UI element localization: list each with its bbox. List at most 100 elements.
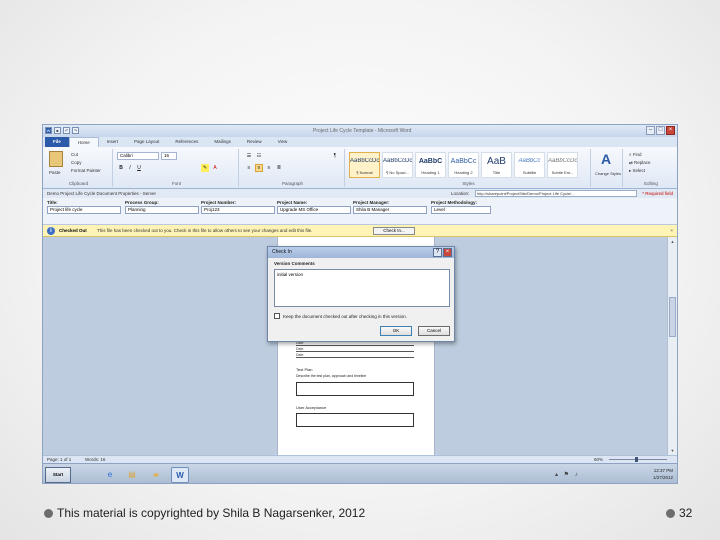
word-count[interactable]: Words: 16	[85, 456, 105, 463]
tab-mailings[interactable]: Mailings	[206, 137, 239, 147]
format-painter-button[interactable]: Format Painter	[71, 168, 101, 173]
font-name-select[interactable]: Calibri	[117, 152, 159, 160]
tab-view[interactable]: View	[270, 137, 296, 147]
replace-button[interactable]: ⇄ Replace	[629, 160, 651, 166]
clock[interactable]: 12:37 PM 1/27/2012	[653, 467, 673, 481]
minimize-button[interactable]: –	[646, 126, 655, 135]
ok-button[interactable]: OK	[380, 326, 412, 336]
close-button[interactable]: ×	[666, 126, 675, 135]
find-button[interactable]: ⌕ Find	[629, 152, 642, 157]
document-properties-header: Demo Project Life Cycle Document Propert…	[43, 189, 677, 198]
word-taskbar-icon[interactable]: W	[171, 467, 189, 483]
tab-review[interactable]: Review	[239, 137, 270, 147]
copy-button[interactable]: Copy	[71, 160, 82, 165]
style-title[interactable]: AaB Title	[481, 152, 512, 178]
redo-icon[interactable]: ↷	[72, 127, 79, 134]
title-bar: W ■ ↶ ↷ Project Life Cycle Template - Mi…	[43, 125, 677, 137]
style-sample: AaBbCcDc	[383, 158, 412, 164]
info-icon: i	[47, 227, 55, 235]
scroll-down-icon[interactable]: ▼	[669, 447, 676, 454]
style-heading-2[interactable]: AaBbCc Heading 2	[448, 152, 479, 178]
taskbar: Start e ▤ ▰ W ▴ ⚑ ♪ 12:37 PM 1/27/2012	[43, 463, 677, 483]
project-manager-field[interactable]: Shila B Manager	[353, 206, 427, 214]
zoom-slider-knob[interactable]	[635, 457, 639, 462]
tab-home[interactable]: Home	[68, 137, 99, 147]
keep-checked-out-option[interactable]: Keep the document checked out after chec…	[274, 313, 407, 319]
scroll-thumb[interactable]	[669, 297, 676, 337]
project-name-field[interactable]: Upgrade MS Office	[277, 206, 351, 214]
bullet-icon	[44, 508, 53, 518]
select-button[interactable]: ▸ Select	[629, 168, 645, 174]
underline-button[interactable]: U	[135, 164, 143, 172]
vertical-scrollbar[interactable]: ▲ ▼	[667, 237, 677, 455]
editing-group: ⌕ Find ⇄ Replace ▸ Select Editing	[625, 149, 677, 187]
editing-group-label: Editing	[644, 181, 658, 186]
start-button[interactable]: Start	[45, 467, 71, 483]
project-number-field-group: Project Number: Proj123	[201, 200, 275, 214]
clipboard-group: Paste Cut Copy Format Painter Clipboard	[45, 149, 113, 187]
maximize-button[interactable]: □	[656, 126, 665, 135]
font-size-select[interactable]: 16	[161, 152, 177, 160]
style-name: Heading 1	[421, 170, 440, 175]
test-plan-box[interactable]	[296, 382, 414, 396]
align-right-icon[interactable]: ≡	[265, 164, 273, 172]
tab-page-layout[interactable]: Page Layout	[126, 137, 167, 147]
change-styles-button[interactable]: Change Styles	[594, 171, 622, 176]
paragraph-group-label: Paragraph	[281, 181, 303, 186]
title-field[interactable]: Project life cycle	[47, 206, 121, 214]
check-in-button[interactable]: Check In...	[373, 227, 415, 235]
italic-button[interactable]: I	[126, 164, 134, 172]
process-group-select[interactable]: Planning	[125, 206, 199, 214]
user-acceptance-label: User Acceptance	[296, 405, 327, 410]
style-no-spacing[interactable]: AaBbCcDc ¶ No Spaci...	[382, 152, 413, 178]
style-normal[interactable]: AaBbCcDc ¶ Normal	[349, 152, 380, 178]
justify-icon[interactable]: ≣	[275, 164, 283, 172]
close-bar-icon[interactable]: ×	[670, 225, 673, 237]
show-formatting-icon[interactable]: ¶	[331, 152, 339, 160]
zoom-slider[interactable]	[609, 457, 667, 462]
location-field[interactable]: http://sharepoint/ProjectSite/Demo/Proje…	[475, 190, 637, 197]
page-number: 32	[679, 506, 693, 520]
ie-icon[interactable]: e	[101, 467, 119, 483]
style-name: Title	[492, 170, 501, 175]
document-properties-title: Demo Project Life Cycle Document Propert…	[47, 191, 157, 196]
tab-insert[interactable]: Insert	[99, 137, 126, 147]
font-color-icon[interactable]: A	[211, 164, 219, 172]
ribbon: Paste Cut Copy Format Painter Clipboard …	[43, 147, 677, 189]
keep-checked-out-checkbox[interactable]	[274, 313, 280, 319]
tab-file[interactable]: File	[45, 137, 69, 147]
change-styles-icon[interactable]: A	[601, 151, 611, 167]
save-icon[interactable]: ■	[54, 127, 61, 134]
user-acceptance-box[interactable]	[296, 413, 414, 427]
help-button[interactable]: ?	[433, 248, 442, 257]
version-comments-label: Version Comments	[274, 261, 315, 266]
zoom-level[interactable]: 60%	[594, 456, 603, 463]
bold-button[interactable]: B	[117, 164, 125, 172]
required-field-note: * Required field	[642, 191, 673, 196]
style-name: ¶ Normal	[356, 170, 373, 175]
bullets-icon[interactable]: ☰	[245, 152, 253, 160]
numbering-icon[interactable]: ☷	[255, 152, 263, 160]
explorer-icon[interactable]: ▤	[123, 467, 141, 483]
style-name: ¶ No Spaci...	[386, 170, 409, 175]
style-subtle-emphasis[interactable]: AaBbCcDc Subtle Em...	[547, 152, 578, 178]
align-left-icon[interactable]: ≡	[245, 164, 253, 172]
style-subtitle[interactable]: AaBbCc Subtitle	[514, 152, 545, 178]
folder-icon[interactable]: ▰	[147, 467, 165, 483]
page-count[interactable]: Page: 1 of 1	[47, 456, 71, 463]
highlight-icon[interactable]: ✎	[201, 164, 209, 172]
undo-icon[interactable]: ↶	[63, 127, 70, 134]
align-center-icon[interactable]: ≡	[255, 164, 263, 172]
project-number-field[interactable]: Proj123	[201, 206, 275, 214]
tab-references[interactable]: References	[167, 137, 206, 147]
scroll-up-icon[interactable]: ▲	[669, 238, 676, 245]
project-methodology-select[interactable]: Level	[431, 206, 491, 214]
cut-button[interactable]: Cut	[71, 152, 78, 157]
style-heading-1[interactable]: AaBbC Heading 1	[415, 152, 446, 178]
cancel-button[interactable]: Cancel	[418, 326, 450, 336]
dialog-close-button[interactable]: ×	[443, 248, 452, 257]
font-group: Calibri 16 B I U A ✎ Font	[115, 149, 239, 187]
version-comments-input[interactable]: initial version	[274, 269, 450, 307]
paste-icon[interactable]	[49, 151, 63, 167]
paste-button[interactable]: Paste	[49, 170, 61, 175]
